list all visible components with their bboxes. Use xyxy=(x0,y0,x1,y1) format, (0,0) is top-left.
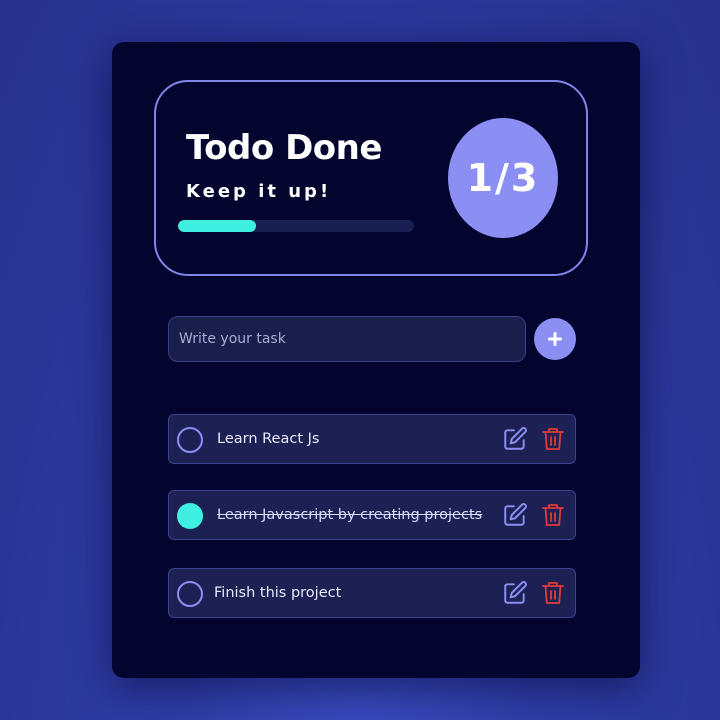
edit-todo-button[interactable] xyxy=(501,425,529,453)
todo-item: Finish this project xyxy=(168,568,576,618)
delete-todo-button[interactable] xyxy=(539,501,567,529)
trash-icon xyxy=(542,582,564,604)
todo-text: Finish this project xyxy=(214,585,342,601)
add-task-button[interactable] xyxy=(534,318,576,360)
edit-todo-button[interactable] xyxy=(501,579,529,607)
todo-item: Learn React Js xyxy=(168,414,576,464)
delete-todo-button[interactable] xyxy=(539,425,567,453)
task-input[interactable] xyxy=(168,316,526,362)
todo-text: Learn Javascript by creating projects xyxy=(217,507,483,523)
todo-item: Learn Javascript by creating projects xyxy=(168,490,576,540)
edit-icon xyxy=(504,503,527,526)
summary-subtitle: Keep it up! xyxy=(186,181,332,202)
todo-text: Learn React Js xyxy=(217,431,320,447)
todo-check-circle-icon[interactable] xyxy=(177,503,203,529)
plus-icon xyxy=(548,332,562,346)
progress-bar-fill xyxy=(178,220,256,232)
edit-icon xyxy=(504,581,527,604)
todo-check-circle-icon[interactable] xyxy=(177,581,203,607)
progress-bar xyxy=(178,220,414,232)
todo-check-circle-icon[interactable] xyxy=(177,427,203,453)
delete-todo-button[interactable] xyxy=(539,579,567,607)
trash-icon xyxy=(542,428,564,450)
edit-icon xyxy=(504,427,527,450)
done-count-badge: 1/3 xyxy=(448,118,558,238)
todo-app-card: Todo Done Keep it up! 1/3 Learn React Js xyxy=(112,42,640,678)
trash-icon xyxy=(542,504,564,526)
edit-todo-button[interactable] xyxy=(501,501,529,529)
done-count-text: 1/3 xyxy=(466,156,540,200)
summary-title: Todo Done xyxy=(186,128,382,168)
todo-summary-panel: Todo Done Keep it up! 1/3 xyxy=(154,80,588,276)
